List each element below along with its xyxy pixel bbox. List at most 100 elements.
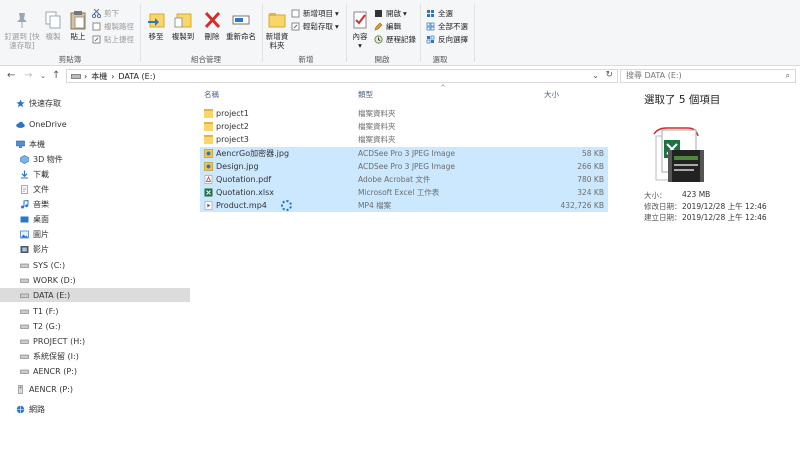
details-pane: 選取了 5 個項目 大小： 423 MB 修改日期： 2019/12/28 上午… <box>612 86 800 450</box>
ribbon-separator <box>140 4 141 62</box>
file-type: ACDSee Pro 3 JPEG Image <box>358 162 455 171</box>
select-all-button[interactable]: 全選 <box>426 8 453 19</box>
nav-item-downloads[interactable]: 下載 <box>0 167 190 181</box>
nav-label: DATA (E:) <box>33 290 71 300</box>
nav-item-drive-d[interactable]: WORK (D:) <box>0 273 190 287</box>
modified-value: 2019/12/28 上午 12:46 <box>682 202 767 211</box>
nav-label: 音樂 <box>33 199 49 209</box>
nav-label: 下載 <box>33 169 49 179</box>
file-row[interactable]: Quotation.xlsx Microsoft Excel 工作表 324 K… <box>200 186 608 199</box>
properties-button[interactable]: 內容 ▾ <box>349 10 371 50</box>
file-type: Adobe Acrobat 文件 <box>358 175 431 184</box>
file-name: project2 <box>216 122 249 131</box>
clipboard-group-label: 剪貼簿 <box>58 55 82 64</box>
forward-arrow-icon[interactable]: → <box>24 70 32 81</box>
delete-button[interactable]: 刪除 <box>200 10 224 41</box>
invert-selection-button[interactable]: 反向選擇 <box>426 34 468 45</box>
new-folder-button[interactable]: 新增資料夾 <box>264 10 290 50</box>
paste-shortcut-button[interactable]: 貼上捷徑 <box>92 34 134 45</box>
download-icon <box>20 170 29 179</box>
nav-item-network[interactable]: 網路 <box>0 402 190 416</box>
column-header-size[interactable]: 大小 <box>544 89 559 100</box>
select-none-button[interactable]: 全部不選 <box>426 21 468 32</box>
file-row[interactable]: Quotation.pdf Adobe Acrobat 文件 780 KB <box>200 173 608 186</box>
nav-item-aencr-usb[interactable]: AENCR (P:) <box>0 382 190 396</box>
easy-access-button[interactable]: 輕鬆存取 ▾ <box>291 21 339 32</box>
history-button[interactable]: 歷程記錄 <box>374 34 416 45</box>
nav-label: 本機 <box>29 139 45 149</box>
new-item-button[interactable]: 新增項目 ▾ <box>291 8 339 19</box>
refresh-icon[interactable]: ↻ <box>605 70 613 80</box>
nav-item-drive-e[interactable]: DATA (E:) <box>0 288 190 302</box>
computer-icon <box>16 140 25 149</box>
invert-selection-icon <box>426 35 435 44</box>
open-button[interactable]: 開啟 ▾ <box>374 8 407 19</box>
address-bar[interactable]: › 本機 › DATA (E:) ⌄ ↻ <box>66 69 618 83</box>
nav-item-this-pc[interactable]: 本機 <box>0 137 190 151</box>
rename-button[interactable]: 重新命名 <box>224 10 258 41</box>
chevron-down-icon[interactable]: ⌄ <box>592 71 599 80</box>
copy-path-button[interactable]: 複製路徑 <box>92 21 134 32</box>
nav-label: 桌面 <box>33 214 49 224</box>
open-group-label: 開啟 <box>374 55 390 64</box>
ribbon: 釘選到 [快速存取] 複製 貼上 剪下 複製路徑 貼上捷徑 剪貼簿 移至 複製到… <box>0 0 800 66</box>
move-to-button[interactable]: 移至 <box>144 10 168 41</box>
file-row[interactable]: Design.jpg ACDSee Pro 3 JPEG Image 266 K… <box>200 160 608 173</box>
drive-icon <box>20 307 29 316</box>
cut-button[interactable]: 剪下 <box>91 8 119 19</box>
recent-locations-chevron-icon[interactable]: ⌄ <box>40 72 46 80</box>
search-placeholder: 搜尋 DATA (E:) <box>626 71 682 80</box>
copy-button[interactable]: 複製 <box>40 10 66 41</box>
copy-to-button[interactable]: 複製到 <box>170 10 196 41</box>
file-row[interactable]: project3 檔案資料夾 <box>200 133 608 146</box>
edit-button[interactable]: 編輯 <box>374 21 401 32</box>
nav-item-documents[interactable]: 文件 <box>0 182 190 196</box>
file-row[interactable]: AencrGo加密器.jpg ACDSee Pro 3 JPEG Image 5… <box>200 147 608 160</box>
nav-label: T2 (G:) <box>33 321 61 331</box>
delete-label: 刪除 <box>204 32 220 41</box>
nav-label: WORK (D:) <box>33 275 76 285</box>
nav-item-drive-i[interactable]: 系統保留 (I:) <box>0 349 190 363</box>
nav-item-3d-objects[interactable]: 3D 物件 <box>0 152 190 166</box>
nav-item-drive-g[interactable]: T2 (G:) <box>0 319 190 333</box>
paste-button[interactable]: 貼上 <box>66 10 90 41</box>
nav-item-drive-h[interactable]: PROJECT (H:) <box>0 334 190 348</box>
back-arrow-icon[interactable]: ← <box>7 70 15 81</box>
nav-item-drive-f[interactable]: T1 (F:) <box>0 304 190 318</box>
ribbon-separator <box>262 4 263 62</box>
nav-item-pictures[interactable]: 圖片 <box>0 227 190 241</box>
properties-icon <box>350 10 370 30</box>
file-name: Design.jpg <box>216 162 259 171</box>
nav-item-videos[interactable]: 影片 <box>0 242 190 256</box>
nav-item-desktop[interactable]: 桌面 <box>0 212 190 226</box>
file-row[interactable]: project2 檔案資料夾 <box>200 120 608 133</box>
busy-spinner-icon <box>281 200 292 211</box>
file-row[interactable]: project1 檔案資料夾 <box>200 107 608 120</box>
nav-item-drive-p[interactable]: AENCR (P:) <box>0 364 190 378</box>
history-label: 歷程記錄 <box>386 35 416 44</box>
created-value: 2019/12/28 上午 12:46 <box>682 213 767 222</box>
folder-icon <box>204 122 213 131</box>
column-header-name[interactable]: 名稱 <box>204 89 219 100</box>
select-none-label: 全部不選 <box>438 22 468 31</box>
copy-path-icon <box>92 22 101 31</box>
file-size: 432,726 KB <box>560 201 604 210</box>
column-header-type[interactable]: 類型 <box>358 89 373 100</box>
nav-item-onedrive[interactable]: OneDrive <box>0 117 190 131</box>
cloud-icon <box>16 120 25 129</box>
search-input[interactable]: 搜尋 DATA (E:) ⌕ <box>620 69 796 83</box>
file-type: ACDSee Pro 3 JPEG Image <box>358 149 455 158</box>
folder-icon <box>204 109 213 118</box>
breadcrumb-this-pc[interactable]: 本機 <box>91 71 107 82</box>
nav-label: 文件 <box>33 184 49 194</box>
move-to-icon <box>146 10 166 30</box>
file-row[interactable]: Product.mp4 MP4 檔案 432,726 KB <box>200 199 608 212</box>
nav-item-quick-access[interactable]: 快速存取 <box>0 96 190 110</box>
pin-quick-access-button[interactable]: 釘選到 [快速存取] <box>4 10 40 50</box>
drive-icon <box>20 337 29 346</box>
file-type: 檔案資料夾 <box>358 135 396 144</box>
breadcrumb-data-drive[interactable]: DATA (E:) <box>118 72 155 81</box>
up-arrow-icon[interactable]: ↑ <box>52 70 60 81</box>
nav-item-drive-c[interactable]: SYS (C:) <box>0 258 190 272</box>
nav-item-music[interactable]: 音樂 <box>0 197 190 211</box>
